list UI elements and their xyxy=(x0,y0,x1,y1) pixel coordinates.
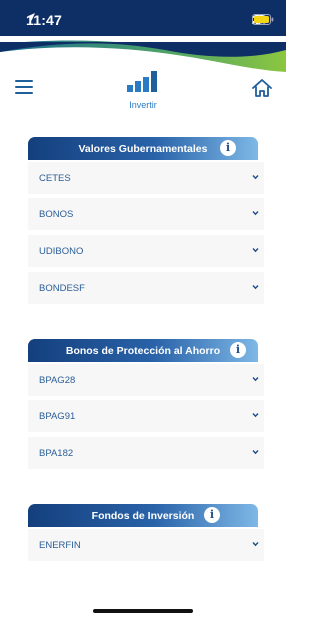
list-item-label: BONOS xyxy=(39,208,74,220)
list-item-bondesf[interactable]: BONDESF xyxy=(28,272,264,304)
section-header-bonos-proteccion: Bonos de Protección al Ahorro i xyxy=(28,339,258,362)
list-item-label: ENERFIN xyxy=(39,539,81,551)
top-header: 11:47 xyxy=(0,0,286,80)
list-item-bpag91[interactable]: BPAG91 xyxy=(28,400,264,432)
chevron-down-icon xyxy=(252,377,259,382)
hamburger-menu-icon[interactable] xyxy=(15,80,33,96)
app-screen: 11:47 Invertir Valores Gubernamentales i… xyxy=(0,0,286,620)
info-icon[interactable]: i xyxy=(220,140,236,156)
list-item-label: CETES xyxy=(39,172,71,184)
list-item-enerfin[interactable]: ENERFIN xyxy=(28,529,264,561)
chevron-down-icon xyxy=(252,450,259,455)
list-item-label: BPA182 xyxy=(39,447,74,459)
list-item-label: BPAG91 xyxy=(39,410,76,422)
chevron-down-icon xyxy=(252,248,259,253)
list-item-bpa182[interactable]: BPA182 xyxy=(28,437,264,469)
section-header-fondos: Fondos de Inversión i xyxy=(28,504,258,527)
section-title: Bonos de Protección al Ahorro xyxy=(65,344,221,357)
home-icon[interactable] xyxy=(251,78,273,98)
list-item-bpag28[interactable]: BPAG28 xyxy=(28,364,264,396)
info-icon[interactable]: i xyxy=(230,342,246,358)
info-icon[interactable]: i xyxy=(204,507,220,523)
section-title: Fondos de Inversión xyxy=(91,509,195,522)
home-indicator[interactable] xyxy=(93,609,193,613)
chevron-down-icon xyxy=(252,542,259,547)
status-time: 11:47 xyxy=(26,12,69,28)
list-item-cetes[interactable]: CETES xyxy=(28,162,264,194)
section-title: Valores Gubernamentales xyxy=(78,142,208,155)
chevron-down-icon xyxy=(252,175,259,180)
invest-label: Invertir xyxy=(129,100,157,110)
list-item-label: BONDESF xyxy=(39,282,85,294)
list-item-label: UDIBONO xyxy=(39,245,84,257)
list-item-udibono[interactable]: UDIBONO xyxy=(28,235,264,267)
invest-tab[interactable]: Invertir xyxy=(118,70,168,110)
list-item-label: BPAG28 xyxy=(39,374,76,386)
list-item-bonos[interactable]: BONOS xyxy=(28,198,264,230)
chevron-down-icon xyxy=(252,211,259,216)
chevron-down-icon xyxy=(252,413,259,418)
bar-chart-icon xyxy=(126,71,160,98)
section-header-valores: Valores Gubernamentales i xyxy=(28,137,258,160)
chevron-down-icon xyxy=(252,285,259,290)
